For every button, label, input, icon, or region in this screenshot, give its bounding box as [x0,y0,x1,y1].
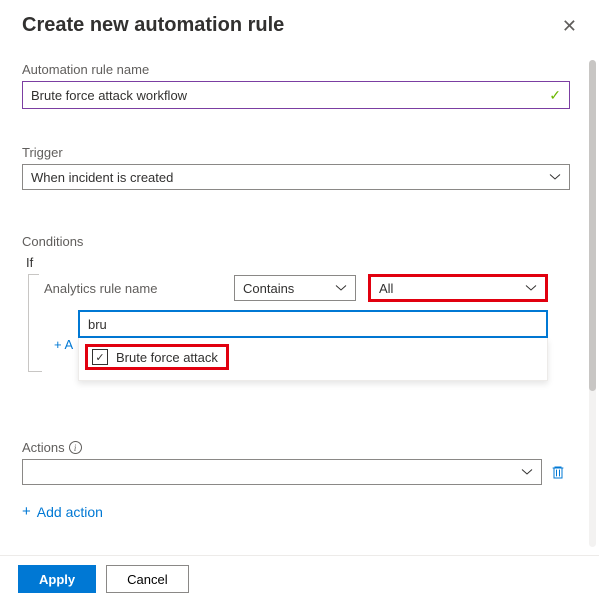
apply-button[interactable]: Apply [18,565,96,593]
condition-bracket [28,274,42,372]
condition-option[interactable]: ✓ Brute force attack [85,344,229,370]
trigger-label: Trigger [22,145,577,160]
cancel-button[interactable]: Cancel [106,565,188,593]
action-select[interactable] [22,459,542,485]
condition-option-label: Brute force attack [116,350,218,365]
plus-icon: + [22,503,31,520]
add-condition-link[interactable]: + A [54,337,73,352]
trigger-select[interactable]: When incident is created [22,164,570,190]
chevron-down-icon [521,468,533,476]
condition-dropdown: ✓ Brute force attack [78,338,548,381]
condition-operator-value: Contains [243,281,294,296]
search-value: bru [88,317,107,332]
if-label: If [26,255,577,270]
condition-field-label: Analytics rule name [44,281,234,296]
conditions-label: Conditions [22,234,577,249]
rule-name-value: Brute force attack workflow [31,88,187,103]
close-icon[interactable]: ✕ [562,17,577,35]
page-title: Create new automation rule [22,14,284,37]
rule-name-input[interactable]: Brute force attack workflow ✓ [22,81,570,109]
add-action-button[interactable]: + Add action [22,503,103,520]
condition-value-text: All [379,281,393,296]
check-icon: ✓ [549,87,561,104]
chevron-down-icon [549,173,561,181]
condition-search-input[interactable]: bru [78,310,548,338]
chevron-down-icon [335,284,347,292]
trigger-value: When incident is created [31,170,173,185]
condition-value-select[interactable]: All [368,274,548,302]
rule-name-label: Automation rule name [22,62,577,77]
condition-operator-select[interactable]: Contains [234,275,356,301]
info-icon[interactable]: i [69,441,82,454]
chevron-down-icon [525,284,537,292]
actions-label: Actions [22,440,65,455]
trash-icon[interactable] [550,464,566,480]
checkbox-icon[interactable]: ✓ [92,349,108,365]
add-action-label: Add action [37,504,103,520]
